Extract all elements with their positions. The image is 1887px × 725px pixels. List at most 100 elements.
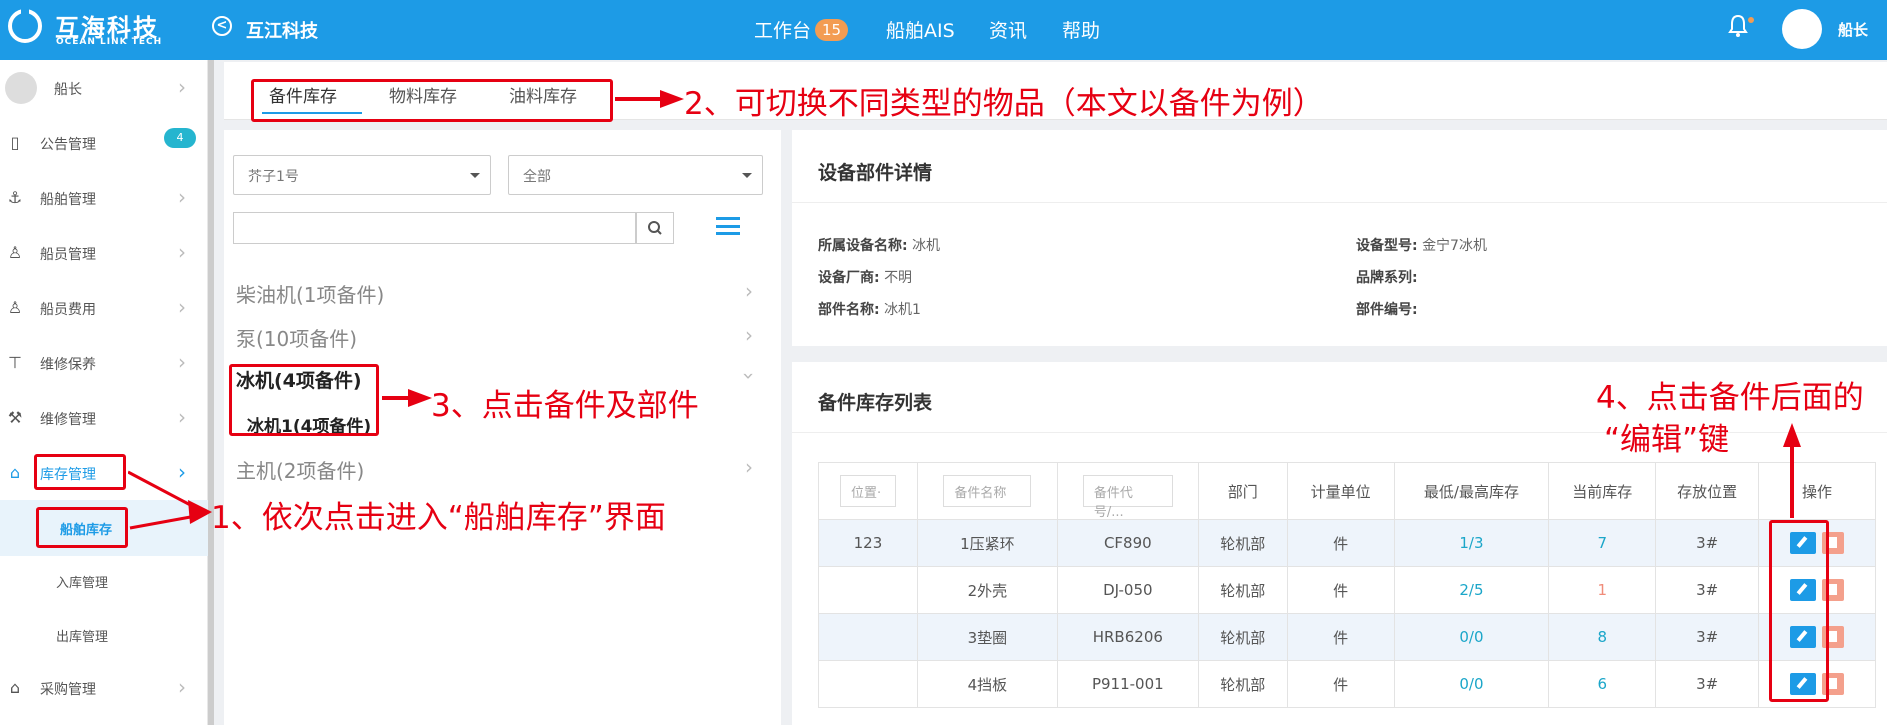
tree-item-main-engine[interactable]: 主机(2项备件) — [236, 455, 364, 484]
back-icon[interactable]: < — [212, 16, 232, 36]
cell-minmax: 2/5 — [1393, 566, 1550, 614]
cell-name: 2外壳 — [916, 566, 1058, 614]
sidebar-item-label: 入库管理 — [56, 576, 109, 591]
nav-help[interactable]: 帮助 — [1062, 16, 1100, 43]
chevron-right-icon: › — [178, 185, 186, 209]
field-label: 设备型号: — [1356, 238, 1418, 254]
tree-item-diesel[interactable]: 柴油机(1项备件) — [236, 279, 384, 308]
cell-current: 8 — [1548, 613, 1657, 661]
search-icon — [648, 221, 662, 235]
detail-panel — [792, 130, 1887, 346]
cell-position — [818, 660, 918, 708]
search-input[interactable] — [233, 212, 636, 244]
code-filter-input[interactable]: 备件代号/... — [1082, 475, 1173, 520]
company-name[interactable]: 互江科技 — [246, 17, 318, 43]
sidebar-item-crew-cost[interactable]: ♙ 船员费用 › — [0, 288, 208, 328]
annotation-2: 2、可切换不同类型的物品（本文以备件为例） — [684, 86, 1324, 122]
user-name[interactable]: 船长 — [1838, 19, 1868, 40]
sidebar-item-stock-out[interactable]: 出库管理 — [0, 615, 208, 655]
sidebar-avatar — [5, 72, 37, 104]
annotation-arrow — [1790, 444, 1794, 518]
annotation-arrow-head — [660, 90, 684, 108]
chevron-right-icon: › — [178, 350, 186, 374]
column-header: 存放位置 — [1655, 462, 1760, 520]
annotation-1: 1、依次点击进入“船舶库存”界面 — [211, 500, 666, 536]
cell-minmax: 0/0 — [1393, 660, 1550, 708]
chevron-down-icon: › — [737, 372, 761, 380]
sidebar-item-stock-in[interactable]: 入库管理 — [0, 561, 208, 601]
column-header: 部门 — [1197, 462, 1288, 520]
logo-icon — [8, 9, 42, 43]
table-row[interactable]: 123 1压紧环 CF890 轮机部 件 1/3 7 3# — [818, 519, 1876, 567]
cell-unit: 件 — [1286, 660, 1395, 708]
cell-minmax: 1/3 — [1393, 519, 1550, 567]
ship-select[interactable]: 芥子1号 — [233, 155, 491, 195]
cell-unit: 件 — [1286, 566, 1395, 614]
field-model: 设备型号: 金宁7冰机 — [1356, 235, 1487, 255]
sidebar-item-maintenance[interactable]: ⊤ 维修保养 › — [0, 343, 208, 383]
notice-badge: 4 — [164, 128, 196, 148]
column-header: 操作 — [1758, 462, 1876, 520]
table-row[interactable]: 3垫圈 HRB6206 轮机部 件 0/0 8 3# — [818, 613, 1876, 661]
tree-item-pump[interactable]: 泵(10项备件) — [236, 323, 357, 352]
sidebar-user[interactable]: 船长 › — [0, 68, 208, 108]
sidebar-scrollbar[interactable] — [208, 60, 214, 725]
column-header: 最低/最高库存 — [1393, 462, 1550, 520]
field-label: 所属设备名称: — [818, 238, 908, 254]
sidebar-item-repair[interactable]: ⚒ 维修管理 › — [0, 398, 208, 438]
chevron-right-icon: › — [178, 75, 186, 99]
nav-workbench[interactable]: 工作台 15 — [754, 16, 849, 43]
menu-icon[interactable] — [716, 217, 740, 235]
type-select-value: 全部 — [523, 169, 551, 185]
brand-subtitle: OCEAN LINK TECH — [56, 37, 163, 47]
chevron-right-icon: › — [178, 240, 186, 264]
field-part-name: 部件名称: 冰机1 — [818, 299, 921, 319]
position-filter-input[interactable]: 位置· — [839, 475, 896, 507]
annotation-4-line2: “编辑”键 — [1604, 422, 1730, 458]
search-button[interactable] — [636, 212, 674, 244]
top-bar: 互海科技 OCEAN LINK TECH < 互江科技 工作台 15 船舶AIS … — [0, 0, 1887, 60]
basket-icon: ⌂ — [9, 678, 21, 697]
cell-name: 4挡板 — [916, 660, 1058, 708]
nav-news[interactable]: 资讯 — [989, 16, 1027, 43]
type-select[interactable]: 全部 — [508, 155, 763, 195]
field-label: 部件名称: — [818, 302, 880, 318]
table-row[interactable]: 2外壳 DJ-050 轮机部 件 2/5 1 3# — [818, 566, 1876, 614]
chevron-right-icon: › — [178, 405, 186, 429]
nav-ais[interactable]: 船舶AIS — [886, 16, 955, 43]
avatar[interactable] — [1782, 9, 1822, 49]
field-value: 冰机1 — [884, 302, 921, 318]
sidebar-item-label: 维修保养 — [40, 357, 96, 373]
book-icon: ▯ — [10, 133, 20, 152]
sidebar-item-label: 采购管理 — [40, 682, 96, 698]
field-label: 部件编号: — [1356, 302, 1418, 318]
cell-unit: 件 — [1286, 613, 1395, 661]
sidebar-item-purchase[interactable]: ⌂ 采购管理 › — [0, 668, 208, 708]
wrench-icon: ⚒ — [7, 408, 23, 427]
cell-location: 3# — [1655, 566, 1760, 614]
divider — [792, 202, 1887, 203]
table-row[interactable]: 4挡板 P911-001 轮机部 件 0/0 6 3# — [818, 660, 1876, 708]
sidebar-item-ship[interactable]: ⚓ 船舶管理 › — [0, 178, 208, 218]
chevron-right-icon: › — [178, 675, 186, 699]
field-maker: 设备厂商: 不明 — [818, 267, 912, 287]
sidebar-item-crew[interactable]: ♙ 船员管理 › — [0, 233, 208, 273]
field-equipment-name: 所属设备名称: 冰机 — [818, 235, 940, 255]
nav-workbench-label: 工作台 — [754, 20, 812, 42]
field-brand: 品牌系列: — [1356, 267, 1418, 287]
cell-dept: 轮机部 — [1197, 566, 1288, 614]
annotation-arrow-head — [1783, 423, 1801, 447]
sidebar: 船长 › ▯ 公告管理 4 ⚓ 船舶管理 › ♙ 船员管理 › ♙ 船员费用 ›… — [0, 60, 208, 725]
chevron-down-icon — [742, 173, 752, 178]
cell-dept: 轮机部 — [1197, 660, 1288, 708]
cell-current: 1 — [1548, 566, 1657, 614]
annotation-4-line1: 4、点击备件后面的 — [1596, 380, 1864, 416]
person-icon: ♙ — [7, 298, 23, 317]
cell-position: 123 — [818, 519, 918, 567]
name-filter-input[interactable]: 备件名称 — [943, 475, 1032, 507]
field-value: 冰机 — [912, 238, 941, 254]
cell-name: 1压紧环 — [916, 519, 1058, 567]
bell-icon[interactable] — [1728, 14, 1748, 38]
annotation-box-tabs — [251, 79, 613, 122]
annotation-box-ship-inventory — [36, 507, 128, 548]
